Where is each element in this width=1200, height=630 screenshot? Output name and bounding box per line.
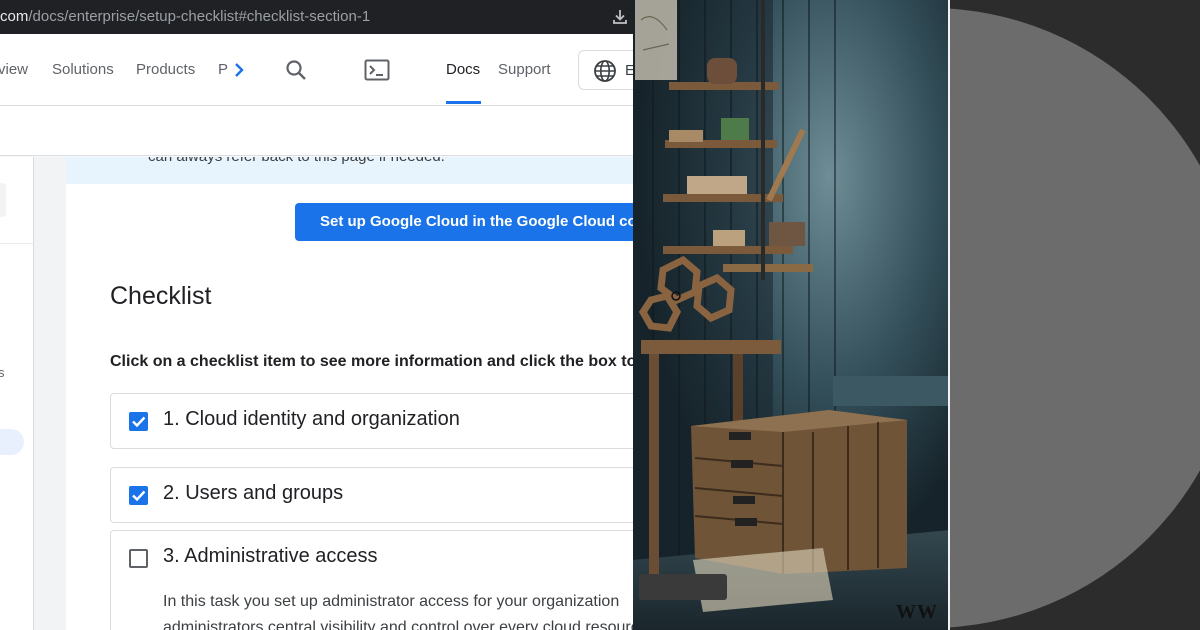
checkmark-icon bbox=[132, 416, 146, 428]
checklist-item-3[interactable]: 3. Administrative access In this task yo… bbox=[110, 530, 633, 630]
setup-console-button[interactable]: Set up Google Cloud in the Google Cloud … bbox=[295, 203, 633, 241]
download-icon[interactable] bbox=[611, 8, 629, 26]
globe-icon bbox=[594, 60, 616, 82]
checkbox-icon[interactable] bbox=[129, 486, 148, 505]
grey-disc-shape bbox=[950, 8, 1200, 628]
illustration-artwork bbox=[633, 0, 950, 630]
setup-console-button-label: Set up Google Cloud in the Google Cloud … bbox=[320, 213, 633, 230]
chevron-right-icon[interactable] bbox=[232, 61, 246, 79]
checklist-item-label: 1. Cloud identity and organization bbox=[163, 408, 460, 430]
url-bar[interactable]: com/docs/enterprise/setup-checklist#chec… bbox=[0, 0, 633, 34]
nav-item-docs[interactable]: Docs bbox=[446, 61, 480, 78]
watermark-logo: WW bbox=[896, 601, 938, 623]
checklist-item-description-line: In this task you set up administrator ac… bbox=[163, 593, 620, 610]
sub-header-bar bbox=[0, 106, 633, 156]
search-icon[interactable] bbox=[284, 58, 308, 82]
sidebar-item-active[interactable] bbox=[0, 429, 24, 455]
checklist-item-description-line: administrators central visibility and co… bbox=[163, 619, 633, 630]
url-domain: com bbox=[0, 8, 29, 25]
callout-text: can always refer back to this page if ne… bbox=[148, 157, 445, 165]
terminal-icon[interactable] bbox=[364, 59, 390, 81]
nav-item-support[interactable]: Support bbox=[498, 61, 551, 78]
checkbox-icon[interactable] bbox=[129, 412, 148, 431]
checklist-item-label: 3. Administrative access bbox=[163, 545, 378, 567]
language-label: E bbox=[625, 62, 633, 79]
checklist-item-label: 2. Users and groups bbox=[163, 482, 344, 504]
checklist-item-1[interactable]: 1. Cloud identity and organization bbox=[110, 393, 633, 449]
nav-item-overview[interactable]: view bbox=[0, 61, 28, 78]
room-illustration: WW bbox=[633, 0, 950, 630]
active-tab-indicator bbox=[446, 101, 481, 104]
sidebar-search-box[interactable] bbox=[0, 183, 6, 217]
checklist-heading: Checklist bbox=[110, 282, 212, 310]
checklist-item-2[interactable]: 2. Users and groups bbox=[110, 467, 633, 523]
content-gutter bbox=[34, 157, 66, 630]
left-sidebar: s bbox=[0, 157, 34, 630]
url-text[interactable]: com/docs/enterprise/setup-checklist#chec… bbox=[0, 8, 370, 25]
main-content: can always refer back to this page if ne… bbox=[66, 157, 633, 630]
nav-item-truncated[interactable]: P bbox=[218, 61, 228, 78]
url-path: /docs/enterprise/setup-checklist#checkli… bbox=[28, 8, 371, 25]
nav-item-products[interactable]: Products bbox=[136, 61, 195, 78]
nav-item-solutions[interactable]: Solutions bbox=[52, 61, 114, 78]
sidebar-item-partial[interactable]: s bbox=[0, 365, 5, 380]
info-callout: can always refer back to this page if ne… bbox=[66, 157, 633, 184]
language-selector[interactable]: E bbox=[578, 50, 633, 90]
checklist-instructions: Click on a checklist item to see more in… bbox=[110, 353, 633, 370]
checkbox-icon[interactable] bbox=[129, 549, 148, 568]
sidebar-divider bbox=[0, 243, 33, 244]
abstract-panel bbox=[950, 0, 1200, 630]
top-navigation: view Solutions Products P Docs Support E bbox=[0, 34, 633, 106]
browser-screenshot-panel: com/docs/enterprise/setup-checklist#chec… bbox=[0, 0, 633, 630]
checkmark-icon bbox=[132, 490, 146, 502]
